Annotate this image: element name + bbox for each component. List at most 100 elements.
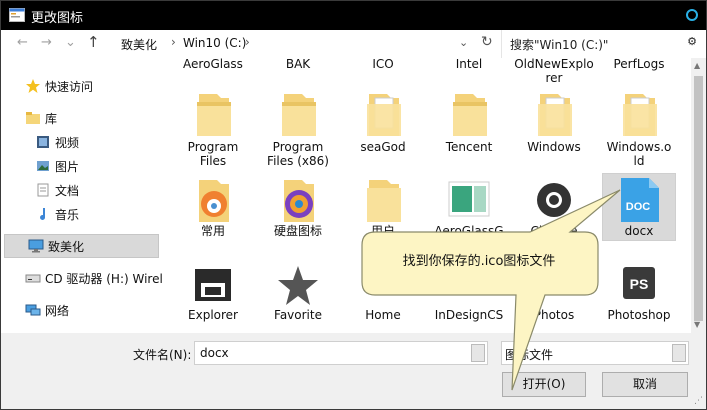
pictures-icon bbox=[37, 161, 49, 171]
library-folder-icon bbox=[26, 112, 40, 124]
breadcrumb-item[interactable]: Win10 (C:) bbox=[183, 36, 246, 50]
up-arrow-icon[interactable]: ↑ bbox=[87, 33, 100, 51]
search-options-icon[interactable]: ⚙ bbox=[687, 35, 697, 48]
file-list: AeroGlass BAK ICO Intel OldNewExplorer P… bbox=[166, 57, 691, 333]
sidebar-item-pictures[interactable]: 图片 bbox=[35, 155, 155, 177]
folder-item[interactable]: Tencent bbox=[427, 88, 511, 172]
folder-with-files-icon bbox=[367, 94, 401, 136]
folder-icon bbox=[197, 94, 231, 136]
sidebar-item-label: 网络 bbox=[45, 304, 70, 318]
file-name: 硬盘图标 bbox=[273, 224, 322, 238]
breadcrumb-separator-icon[interactable]: › bbox=[245, 35, 250, 49]
address-bar[interactable]: 致美化 › Win10 (C:) › ⌄ ↻ bbox=[109, 30, 501, 58]
file-name: Windows.o bbox=[606, 140, 672, 154]
folder-item[interactable]: BAK bbox=[256, 57, 340, 71]
folder-icon bbox=[453, 94, 487, 136]
search-box[interactable]: 搜索"Win10 (C:)" ⚙ bbox=[501, 30, 706, 58]
refresh-icon[interactable]: ↻ bbox=[481, 34, 493, 50]
icon-file-item[interactable]: Photos bbox=[512, 263, 596, 325]
icon-file-item-selected[interactable]: DOC docx bbox=[602, 173, 676, 241]
scroll-up-icon[interactable]: ▲ bbox=[694, 61, 700, 70]
sidebar-item-music[interactable]: 音乐 bbox=[35, 203, 155, 225]
sidebar-item-videos[interactable]: 视频 bbox=[35, 131, 155, 153]
filetype-value[interactable]: 图标文件 bbox=[505, 346, 553, 363]
favorite-star-icon bbox=[278, 266, 318, 305]
sidebar-item-network[interactable]: 网络 bbox=[25, 299, 155, 321]
folder-item[interactable]: Program Files (x86) bbox=[256, 88, 340, 172]
explorer-icon bbox=[195, 269, 231, 301]
sidebar-item-label: 库 bbox=[45, 112, 58, 126]
sidebar-item-label: 致美化 bbox=[48, 240, 85, 254]
folder-item[interactable]: 用户 bbox=[341, 174, 425, 240]
open-button[interactable]: 打开(O) bbox=[502, 372, 586, 397]
navigation-bar: ← → ⌄ ↑ 致美化 › Win10 (C:) › ⌄ ↻ 搜索"Win10 … bbox=[1, 30, 706, 59]
search-placeholder[interactable]: 搜索"Win10 (C:)" bbox=[510, 36, 608, 53]
recent-locations-icon[interactable]: ⌄ bbox=[65, 35, 76, 50]
file-name: InDesignCS bbox=[434, 308, 504, 322]
fox-icon bbox=[199, 180, 229, 222]
folder-item[interactable]: Windows bbox=[512, 88, 596, 172]
file-name: Tencent bbox=[445, 140, 493, 154]
folder-item[interactable]: OldNewExplorer bbox=[512, 57, 596, 85]
file-name: Intel bbox=[455, 57, 483, 71]
navigation-pane: 快速访问 库 视频 图片 文档 音乐 致美化 CD 驱动器 (H:) Wirel… bbox=[1, 58, 166, 333]
scrollbar-thumb[interactable] bbox=[694, 76, 703, 321]
icon-file-item[interactable]: InDesignCS bbox=[427, 263, 511, 325]
sidebar-item-label: 图片 bbox=[55, 160, 80, 174]
folder-item[interactable]: Intel bbox=[427, 57, 511, 71]
folder-item[interactable]: Windows.o ld bbox=[597, 88, 681, 172]
ps-badge: PS bbox=[630, 276, 649, 292]
file-name: 常用 bbox=[200, 224, 225, 238]
network-icon bbox=[25, 304, 41, 316]
filetype-dropdown-icon[interactable] bbox=[672, 344, 686, 362]
file-name: Photos bbox=[533, 308, 575, 322]
icon-file-item[interactable]: 常用 bbox=[171, 174, 255, 240]
filename-dropdown-icon[interactable] bbox=[471, 344, 485, 362]
breadcrumb-separator-icon[interactable]: › bbox=[171, 35, 176, 49]
folder-item[interactable]: PerfLogs bbox=[597, 57, 681, 71]
icon-file-item[interactable]: 硬盘图标 bbox=[256, 174, 340, 240]
folder-icon bbox=[367, 180, 401, 222]
title-bar: 更改图标 bbox=[1, 1, 706, 30]
sidebar-item-this-pc[interactable]: 致美化 bbox=[4, 234, 159, 258]
sidebar-item-cd-drive[interactable]: CD 驱动器 (H:) Wirel bbox=[25, 267, 165, 289]
file-name: Chrome bbox=[530, 224, 578, 238]
filetype-select[interactable]: 图标文件 bbox=[501, 341, 689, 365]
folder-item[interactable]: seaGod bbox=[341, 88, 425, 172]
app-window-icon bbox=[9, 8, 25, 22]
sidebar-item-libraries[interactable]: 库 bbox=[25, 107, 155, 129]
folder-with-files-icon bbox=[623, 94, 657, 136]
icon-file-item[interactable]: Favorite bbox=[256, 263, 340, 325]
aeroglass-icon bbox=[448, 181, 490, 217]
close-icon[interactable] bbox=[686, 9, 698, 21]
file-name: ICO bbox=[372, 57, 394, 71]
file-name: OldNewExplorer bbox=[514, 57, 594, 85]
folder-item[interactable]: AeroGlass bbox=[171, 57, 255, 71]
forward-arrow-icon[interactable]: → bbox=[41, 35, 52, 50]
docx-icon: DOC bbox=[621, 178, 659, 222]
star-icon bbox=[26, 79, 40, 93]
cancel-button[interactable]: 取消 bbox=[602, 372, 688, 397]
vertical-scrollbar[interactable]: ▲ ▼ bbox=[691, 58, 706, 333]
icon-file-item[interactable]: AeroGlassG bbox=[427, 174, 511, 240]
breadcrumb-item[interactable]: 致美化 bbox=[121, 36, 157, 53]
scroll-down-icon[interactable]: ▼ bbox=[694, 320, 700, 329]
icon-file-item[interactable]: Chrome bbox=[512, 174, 596, 240]
icon-file-item[interactable]: Home bbox=[341, 263, 425, 325]
file-name: AeroGlassG bbox=[434, 224, 504, 238]
filename-value[interactable]: docx bbox=[200, 346, 229, 360]
folder-item[interactable]: Program Files bbox=[171, 88, 255, 172]
file-name: Files bbox=[199, 154, 227, 168]
dialog-footer: 文件名(N): docx 图标文件 打开(O) 取消 ⋰ bbox=[1, 333, 706, 409]
resize-grip-icon[interactable]: ⋰ bbox=[694, 396, 703, 406]
address-dropdown-icon[interactable]: ⌄ bbox=[459, 36, 468, 49]
filename-input[interactable]: docx bbox=[194, 341, 488, 365]
icon-file-item[interactable]: PS Photoshop bbox=[597, 263, 681, 325]
sidebar-item-quick-access[interactable]: 快速访问 bbox=[25, 75, 155, 97]
document-icon bbox=[37, 183, 49, 197]
back-arrow-icon[interactable]: ← bbox=[17, 35, 28, 50]
window-title: 更改图标 bbox=[31, 11, 84, 26]
sidebar-item-documents[interactable]: 文档 bbox=[35, 179, 155, 201]
folder-item[interactable]: ICO bbox=[341, 57, 425, 71]
icon-file-item[interactable]: Explorer bbox=[171, 263, 255, 325]
